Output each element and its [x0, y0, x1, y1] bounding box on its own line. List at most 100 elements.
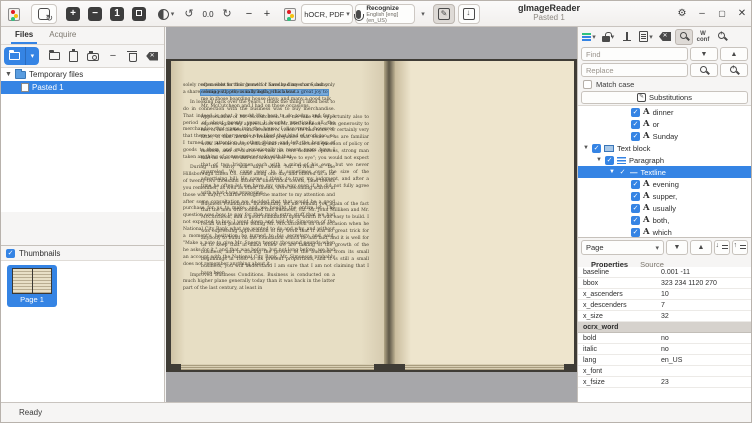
save-output-button[interactable] [458, 4, 480, 24]
zoom-in-button[interactable]: + [63, 4, 83, 24]
find-next-button[interactable]: ▼ [690, 47, 718, 61]
header-bar: + − 1 ▾ ↺ 0.0 ↻ − + hOCR, PDF▾ Recognize… [1, 1, 752, 27]
confidence-toggle[interactable]: W conf [694, 29, 712, 45]
hocr-tree-item[interactable]: ▼ ✓ or [578, 118, 751, 130]
hocr-tree-item[interactable]: ▼ ✓ Text block [578, 142, 751, 154]
maximize-button[interactable]: ▢ [713, 5, 731, 23]
image-controls-button[interactable]: ▾ [153, 4, 179, 24]
item-checkbox[interactable]: ✓ [605, 156, 614, 165]
scanned-book-image[interactable]: often went to their home for Sunday dinn… [166, 59, 579, 372]
settings-button[interactable]: ⚙ [673, 5, 691, 23]
property-row[interactable]: lang en_US [578, 355, 751, 366]
zoom-fit-button[interactable] [129, 4, 149, 24]
image-canvas[interactable]: often went to their home for Sunday dinn… [166, 27, 579, 402]
item-checkbox[interactable]: ✓ [631, 192, 640, 201]
property-row[interactable]: italic no [578, 344, 751, 355]
paste-button[interactable] [65, 47, 83, 65]
property-row[interactable]: bold no [578, 333, 751, 344]
hocr-tree-item[interactable]: ▼ ✓ Sunday [578, 130, 751, 142]
find-input[interactable] [581, 47, 688, 61]
property-row[interactable]: ocrx_word [578, 322, 751, 333]
property-row[interactable]: x_ascenders 10 [578, 289, 751, 300]
zoom-out-button[interactable]: − [85, 4, 105, 24]
expander-icon[interactable]: ▼ [583, 145, 589, 151]
open-folder-button[interactable] [45, 47, 63, 65]
insertion-point-button[interactable] [618, 29, 636, 45]
item-checkbox[interactable]: ✓ [618, 168, 627, 177]
output-mode-dropdown[interactable]: hOCR, PDF▾ [301, 4, 353, 24]
open-hocr-button[interactable]: ▾ [599, 29, 617, 45]
property-row[interactable]: x_fsize 23 [578, 377, 751, 388]
hocr-tree-item[interactable]: ▼ ✓ Paragraph [578, 154, 751, 166]
find-previous-button[interactable]: ▲ [720, 47, 748, 61]
zoom-original-button[interactable]: 1 [107, 4, 127, 24]
item-checkbox[interactable]: ✓ [592, 144, 601, 153]
hocr-tree-item[interactable]: ▼ ✓ both, [578, 214, 751, 226]
delete-source-button[interactable] [124, 47, 142, 65]
hocr-tree-item[interactable]: ▼ ✓ supper, [578, 190, 751, 202]
item-checkbox[interactable]: ✓ [631, 216, 640, 225]
page-next-button[interactable]: + [259, 4, 275, 24]
property-row[interactable]: x_font [578, 366, 751, 377]
add-images-button[interactable] [4, 47, 26, 65]
add-images-split-button[interactable]: ▾ [4, 47, 39, 65]
expander-icon[interactable]: ▼ [596, 157, 602, 163]
rotate-page-button[interactable] [31, 4, 57, 24]
item-checkbox[interactable]: ✓ [631, 132, 640, 141]
expander-icon[interactable]: ▼ [5, 71, 12, 78]
clear-sources-button[interactable]: ✕ [143, 47, 161, 65]
find-replace-toggle[interactable] [675, 29, 693, 45]
remove-source-button[interactable]: − [104, 47, 122, 65]
item-checkbox[interactable]: ✓ [631, 228, 640, 237]
thumbnails-checkbox[interactable]: ✓ [6, 249, 15, 258]
tab-files[interactable]: Files [9, 27, 39, 44]
rotation-angle-spinner[interactable]: 0.0 [198, 4, 218, 24]
export-button[interactable]: ▾ [637, 29, 655, 45]
substitutions-button[interactable]: ✎ Substitutions [581, 91, 748, 104]
item-checkbox[interactable]: ✓ [631, 204, 640, 213]
collapse-all-button[interactable] [732, 240, 748, 255]
replace-all-button[interactable] [720, 63, 748, 77]
item-checkbox[interactable]: ✓ [631, 120, 640, 129]
toggle-output-editor-button[interactable]: ✎ [433, 4, 455, 24]
source-item-row[interactable]: Pasted 1 [1, 81, 164, 94]
hocr-tree-item[interactable]: ▼ ✓ evening [578, 178, 751, 190]
replace-input[interactable] [581, 63, 688, 77]
property-row[interactable]: x_descenders 7 [578, 300, 751, 311]
item-checkbox[interactable]: ✓ [631, 180, 640, 189]
trash-icon [129, 53, 137, 62]
add-images-menu-button[interactable]: ▾ [26, 47, 40, 65]
property-row[interactable]: x_size 32 [578, 311, 751, 322]
item-checkbox[interactable]: ✓ [631, 108, 640, 117]
navigate-previous-button[interactable]: ▲ [690, 240, 712, 255]
close-button[interactable]: ✕ [733, 5, 751, 23]
match-case-checkbox[interactable] [583, 80, 592, 89]
thumbnail-item[interactable]: Page 1 [7, 265, 57, 307]
expand-all-button[interactable] [714, 240, 730, 255]
rotate-right-button[interactable]: ↻ [219, 4, 235, 24]
screenshot-button[interactable] [85, 47, 103, 65]
hocr-tree-item[interactable]: ▼ ✓ which [578, 226, 751, 238]
navigate-next-button[interactable]: ▼ [666, 240, 688, 255]
clear-output-button[interactable]: ✕ [656, 29, 674, 45]
page-dropdown[interactable]: Page ▾ [581, 240, 664, 255]
property-row[interactable]: baseline 0.001 -11 [578, 267, 751, 278]
expander-icon[interactable]: ▼ [609, 169, 615, 175]
item-label: Sunday [653, 132, 678, 141]
recognize-language-menu-button[interactable]: ▾ [417, 4, 429, 24]
tab-acquire[interactable]: Acquire [43, 27, 82, 44]
hocr-tree-item[interactable]: ▼ ✓ Textline [578, 166, 751, 178]
rotation-angle-value: 0.0 [202, 10, 213, 19]
insert-mode-button[interactable]: ▾ [580, 29, 598, 45]
minimize-button[interactable]: – [693, 5, 711, 23]
property-value: 323 234 1120 270 [658, 280, 751, 287]
rotate-left-button[interactable]: ↺ [181, 4, 197, 24]
page-previous-button[interactable]: − [241, 4, 257, 24]
recognize-button[interactable]: Recognize English [eng] (en_US) [355, 4, 415, 24]
hocr-tree-item[interactable]: ▼ ✓ dinner [578, 106, 751, 118]
source-group-row[interactable]: ▼ Temporary files [1, 68, 164, 81]
property-row[interactable]: bbox 323 234 1120 270 [578, 278, 751, 289]
replace-button[interactable] [690, 63, 718, 77]
hocr-tree-item[interactable]: ▼ ✓ usually [578, 202, 751, 214]
preview-button[interactable] [713, 29, 731, 45]
